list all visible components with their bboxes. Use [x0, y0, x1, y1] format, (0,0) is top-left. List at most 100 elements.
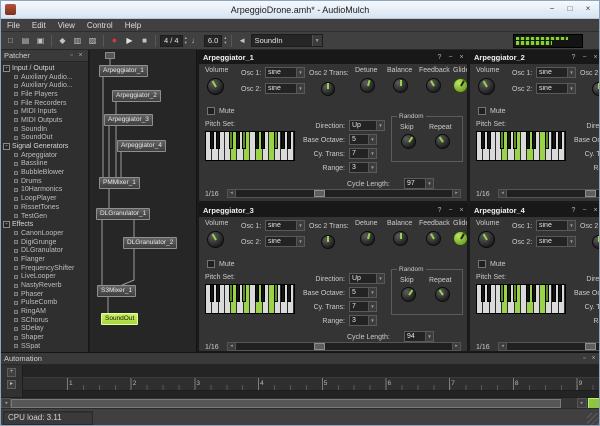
- base-octave-select[interactable]: 5▼: [349, 287, 377, 298]
- tree-item-schorus[interactable]: SChorus: [3, 316, 88, 325]
- rate-slider[interactable]: ◂▸: [498, 189, 600, 198]
- patcher-canvas[interactable]: Arpeggiator_1Arpeggiator_2Arpeggiator_3A…: [90, 50, 197, 352]
- chevron-down-icon[interactable]: ▼: [368, 163, 376, 172]
- panel-header[interactable]: Arpeggiator_2?−×: [470, 51, 600, 64]
- slider-right-arrow[interactable]: ▸: [452, 343, 460, 350]
- close-icon[interactable]: ×: [590, 207, 600, 214]
- automation-lane[interactable]: [23, 365, 600, 377]
- black-key[interactable]: [481, 132, 485, 149]
- close-icon[interactable]: ×: [590, 54, 600, 61]
- panel-header[interactable]: Arpeggiator_4?−×: [470, 204, 600, 217]
- osc1-select[interactable]: sine▼: [265, 67, 305, 78]
- black-key[interactable]: [255, 132, 259, 149]
- black-key[interactable]: [513, 132, 517, 149]
- scroll-left-icon[interactable]: ◂: [1, 398, 11, 408]
- tree-item-soundout[interactable]: SoundOut: [3, 134, 88, 143]
- balance-knob[interactable]: [393, 231, 408, 246]
- feedback-knob[interactable]: [426, 78, 441, 93]
- repeat-knob[interactable]: [435, 134, 450, 149]
- tree-item-auxiliary-audio-[interactable]: Auxiliary Audio...: [3, 73, 88, 82]
- slider-thumb[interactable]: [585, 190, 596, 197]
- black-key[interactable]: [487, 132, 491, 149]
- black-key[interactable]: [236, 132, 240, 149]
- tree-category[interactable]: -Effects: [3, 220, 88, 229]
- menu-file[interactable]: File: [1, 19, 26, 32]
- patch-node-arpeggiator_4[interactable]: Arpeggiator_4: [117, 140, 166, 152]
- tree-item-flanger[interactable]: Flanger: [3, 255, 88, 264]
- panel-header[interactable]: Arpeggiator_1?−×: [199, 51, 467, 64]
- help-icon[interactable]: ?: [568, 207, 579, 214]
- tree-category[interactable]: -Signal Generators: [3, 142, 88, 151]
- help-icon[interactable]: ?: [434, 54, 445, 61]
- tree-item-bubbleblower[interactable]: BubbleBlower: [3, 168, 88, 177]
- volume-knob[interactable]: [478, 78, 495, 95]
- cy-trans-select[interactable]: 7▼: [349, 301, 377, 312]
- stop-button[interactable]: ■: [138, 34, 151, 47]
- chevron-down-icon[interactable]: ▼: [425, 179, 433, 188]
- black-key[interactable]: [210, 132, 214, 149]
- skip-knob[interactable]: [401, 134, 416, 149]
- close-icon[interactable]: ×: [456, 54, 467, 61]
- black-key[interactable]: [242, 132, 246, 149]
- osc2-trans-knob[interactable]: [592, 82, 600, 96]
- tempo-field[interactable]: 6.0: [204, 35, 222, 47]
- black-key[interactable]: [513, 285, 517, 302]
- tree-item-10harmonics[interactable]: 10Harmonics: [3, 186, 88, 195]
- volume-knob[interactable]: [207, 231, 224, 248]
- tempo-spinner[interactable]: ▴▾: [224, 36, 226, 45]
- slider-left-arrow[interactable]: ◂: [228, 190, 236, 197]
- menu-edit[interactable]: Edit: [26, 19, 52, 32]
- chevron-down-icon[interactable]: ▼: [312, 35, 322, 46]
- black-key[interactable]: [242, 285, 246, 302]
- slider-thumb[interactable]: [314, 190, 325, 197]
- minimize-icon[interactable]: −: [445, 54, 456, 61]
- tree-item-ringam[interactable]: RingAM: [3, 307, 88, 316]
- collapse-icon[interactable]: -: [3, 143, 10, 150]
- mute-checkbox[interactable]: [207, 107, 215, 115]
- chevron-down-icon[interactable]: ▼: [376, 274, 384, 283]
- osc2-select[interactable]: sine▼: [536, 236, 576, 247]
- tree-item-digigrunge[interactable]: DigiGrunge: [3, 238, 88, 247]
- record-button[interactable]: ●: [108, 34, 121, 47]
- chevron-down-icon[interactable]: ▼: [567, 221, 575, 230]
- detune-knob[interactable]: [360, 231, 375, 246]
- time-signature-spinner[interactable]: ▴▾: [185, 36, 187, 45]
- tree-item-phaser[interactable]: Phaser: [3, 290, 88, 299]
- new-file-icon[interactable]: □: [4, 34, 17, 47]
- mute-checkbox[interactable]: [207, 260, 215, 268]
- tree-item-arpeggiator[interactable]: Arpeggiator: [3, 151, 88, 160]
- menu-control[interactable]: Control: [81, 19, 119, 32]
- window-maximize-button[interactable]: □: [561, 2, 579, 16]
- black-key[interactable]: [481, 285, 485, 302]
- osc1-select[interactable]: sine▼: [265, 220, 305, 231]
- cy-trans-select[interactable]: 7▼: [349, 148, 377, 159]
- mute-checkbox[interactable]: [478, 260, 486, 268]
- minimize-icon[interactable]: −: [445, 207, 456, 214]
- play-button[interactable]: ▶: [123, 34, 136, 47]
- collapse-icon[interactable]: -: [3, 221, 10, 228]
- detune-knob[interactable]: [360, 78, 375, 93]
- patch-node-dlgranulator_2[interactable]: DLGranulator_2: [123, 237, 177, 249]
- black-key[interactable]: [487, 285, 491, 302]
- chevron-down-icon[interactable]: ▼: [368, 135, 376, 144]
- speaker-icon[interactable]: ◄: [236, 34, 249, 47]
- automation-scrollbar[interactable]: ◂ ▸: [1, 397, 600, 408]
- patch-node-pmmixer_1[interactable]: PMMixer_1: [99, 177, 140, 189]
- chevron-down-icon[interactable]: ▼: [425, 332, 433, 341]
- chevron-down-icon[interactable]: ▼: [567, 68, 575, 77]
- scroll-right-icon[interactable]: ▸: [577, 398, 587, 408]
- black-key[interactable]: [500, 132, 504, 149]
- tree-item-pulsecomb[interactable]: PulseComb: [3, 299, 88, 308]
- black-key[interactable]: [216, 285, 220, 302]
- tree-item-bassline[interactable]: Bassline: [3, 160, 88, 169]
- direction-select[interactable]: Up▼: [349, 273, 385, 284]
- slider-thumb[interactable]: [585, 343, 596, 350]
- cut-icon[interactable]: ◆: [56, 34, 69, 47]
- panel-header[interactable]: Arpeggiator_3?−×: [199, 204, 467, 217]
- osc2-trans-knob[interactable]: [321, 82, 335, 96]
- chevron-down-icon[interactable]: ▼: [296, 84, 304, 93]
- black-key[interactable]: [507, 132, 511, 149]
- glide-knob[interactable]: [453, 231, 467, 246]
- osc2-select[interactable]: sine▼: [265, 83, 305, 94]
- range-select[interactable]: 3▼: [349, 162, 377, 173]
